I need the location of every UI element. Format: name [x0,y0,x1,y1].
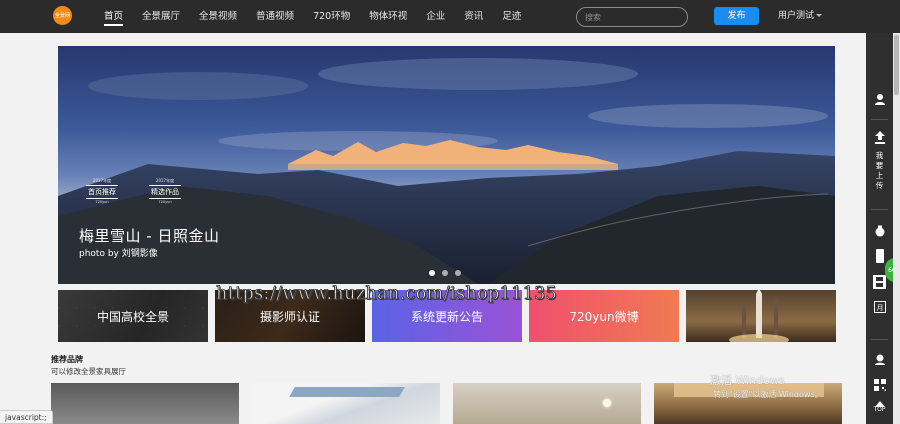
carousel-dot-1[interactable] [429,270,435,276]
tile-campus-panorama[interactable]: 中国高校全景 [58,290,208,342]
watermark-text: https://www.huzhan.com/ishop11135 [216,284,558,305]
hero-banner[interactable]: 2017年度 首页推荐 720yun 2017年度 精选作品 720yun 梅里… [58,46,835,284]
page-scrollbar[interactable] [893,33,900,424]
carousel-dot-3[interactable] [455,270,461,276]
award-brand: 720yun [158,200,172,204]
scrollbar-thumb[interactable] [894,35,899,95]
user-icon[interactable] [872,93,887,108]
banner-title: 梅里雪山 - 日照金山 [79,227,220,245]
nav-item-object-view[interactable]: 物体环视 [369,0,407,33]
user-name: 用户测试 [778,11,815,21]
main-nav: 首页 全景展厅 全景视频 普通视频 720环物 物体环视 企业 资讯 足迹 [104,0,540,33]
money-bag-icon[interactable] [872,225,887,240]
brand-thumbnail-2[interactable] [252,383,440,424]
calendar-icon[interactable]: 月 [872,301,887,316]
section-title: 推荐品牌 [51,355,83,364]
nav-item-normal-video[interactable]: 普通视频 [256,0,294,33]
tile-label: 中国高校全景 [96,309,169,324]
qrcode-icon[interactable] [872,379,887,394]
tile-label: 720yun微博 [569,309,639,324]
banner-credit: photo by 刘钢影像 [79,249,158,259]
nav-item-panorama-video[interactable]: 全景视频 [199,0,237,33]
right-tool-rail: 我要上传 月 TOP [866,33,893,424]
nav-item-footprint[interactable]: 足迹 [502,0,521,33]
nav-item-news[interactable]: 资讯 [464,0,483,33]
award-label: 精选作品 [149,185,181,199]
rocket-icon [729,290,789,342]
site-logo[interactable]: 全景网 [53,6,72,25]
ceiling-light [603,399,611,407]
windows-activation-hint: 转到"设置"以激活 Windows。 [713,390,823,399]
film-icon[interactable] [872,275,887,292]
browser-status-bar: javascript:; [0,410,53,424]
award-year: 2017年度 [155,178,175,183]
publish-button[interactable]: 发布 [714,7,759,25]
brand-thumbnail-1[interactable] [51,383,239,424]
award-badge-featured: 2017年度 精选作品 720yun [141,173,189,209]
award-label: 首页推荐 [86,185,118,199]
user-menu[interactable]: 用户测试 [778,0,823,33]
chevron-down-icon [816,14,823,17]
top-navigation-bar: 全景网 首页 全景展厅 全景视频 普通视频 720环物 物体环视 企业 资讯 足… [0,0,900,33]
upload-icon[interactable] [872,131,887,148]
support-icon[interactable] [872,353,887,368]
upload-label[interactable]: 我要上传 [875,151,884,191]
nav-item-home[interactable]: 首页 [104,0,124,33]
brand-thumbnail-3[interactable] [453,383,641,424]
section-subtitle: 可以修改全景家具展厅 [51,367,126,376]
award-year: 2017年度 [92,178,112,183]
back-to-top-label[interactable]: TOP [872,406,887,413]
carousel-dot-2[interactable] [442,270,448,276]
nav-item-panorama-hall[interactable]: 全景展厅 [142,0,180,33]
carousel-dots [429,270,468,276]
tile-rocket-launch[interactable] [686,290,836,342]
windows-activation-title: 激活 Windows [710,374,785,387]
tile-label: 系统更新公告 [410,309,483,324]
nav-item-720-object[interactable]: 720环物 [313,0,350,33]
search-input[interactable] [576,7,688,27]
svg-text:月: 月 [876,304,883,312]
banner-landscape-image [58,46,835,284]
tile-label: 摄影师认证 [259,309,320,324]
award-brand: 720yun [95,200,109,204]
nav-item-enterprise[interactable]: 企业 [426,0,445,33]
award-badge-homepage: 2017年度 首页推荐 720yun [78,173,126,209]
